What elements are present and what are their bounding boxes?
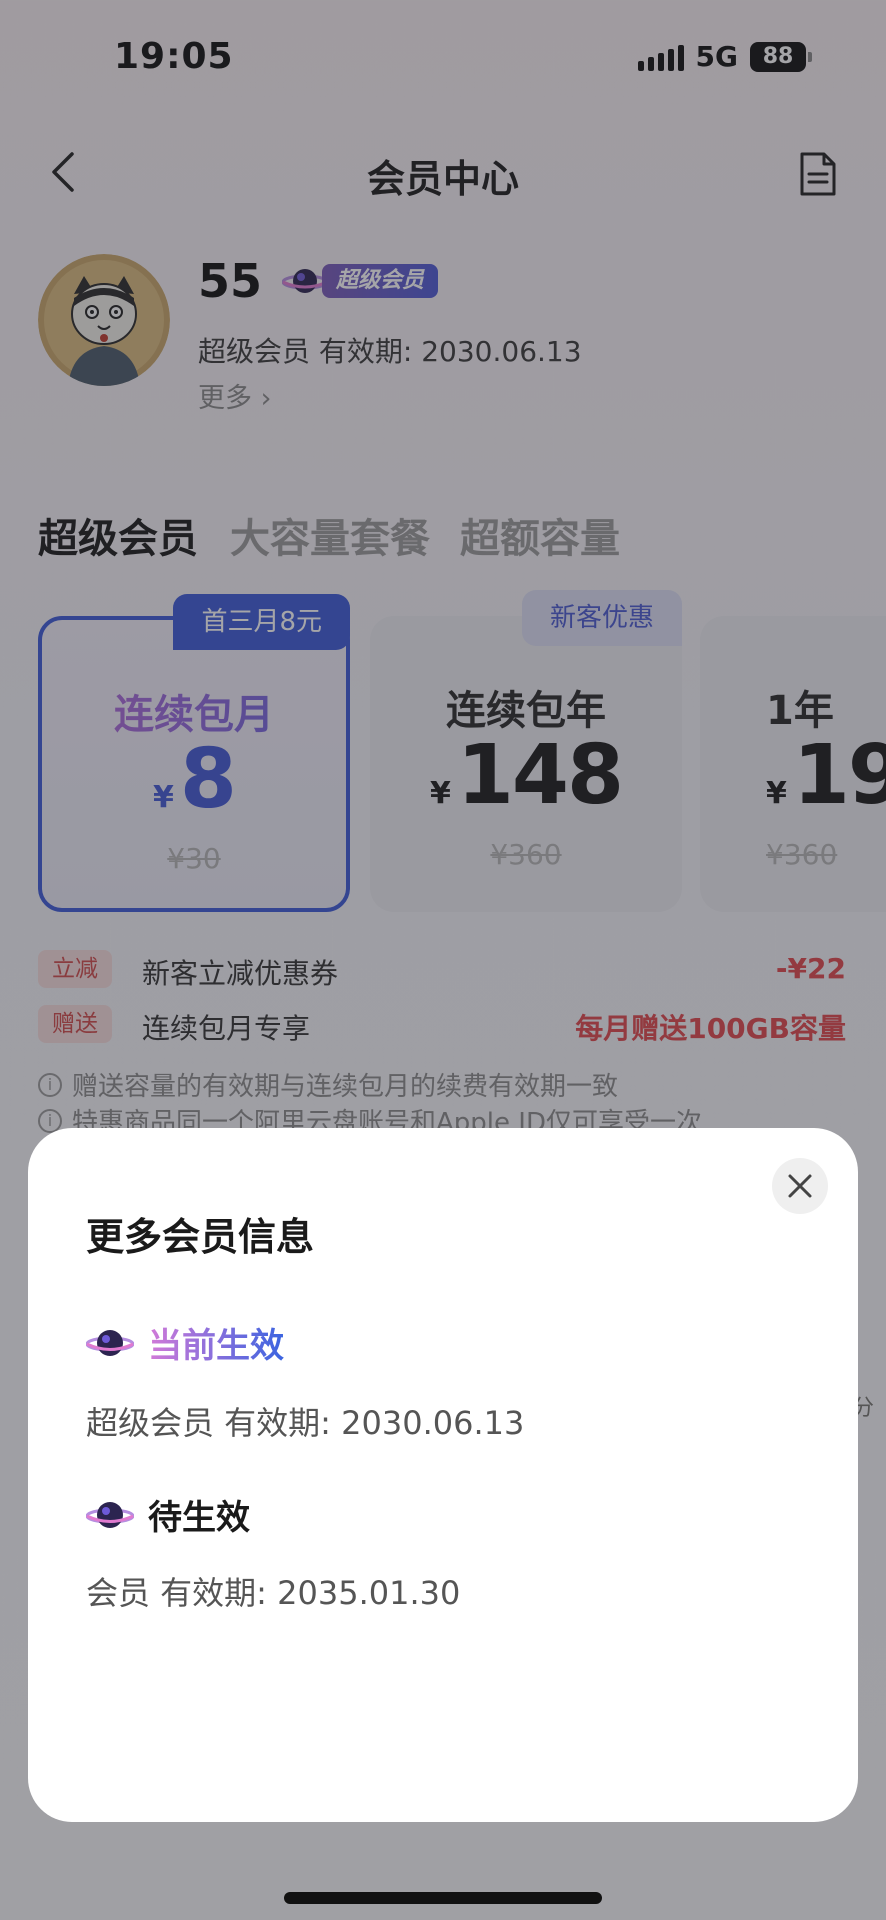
- pending-section-header: 待生效: [86, 1490, 250, 1539]
- pending-label: 待生效: [148, 1498, 250, 1538]
- close-icon: [788, 1174, 812, 1198]
- modal-title: 更多会员信息: [86, 1215, 315, 1259]
- planet-icon: [86, 1501, 134, 1528]
- planet-icon: [86, 1329, 134, 1356]
- current-label: 当前生效: [148, 1318, 284, 1367]
- close-button[interactable]: [772, 1158, 828, 1214]
- current-section-header: 当前生效: [86, 1318, 284, 1367]
- current-membership-line: 超级会员 有效期: 2030.06.13: [86, 1404, 525, 1442]
- pending-membership-line: 会员 有效期: 2035.01.30: [86, 1574, 461, 1612]
- home-indicator[interactable]: [284, 1892, 602, 1904]
- member-info-modal: 更多会员信息 当前生效 超级会员 有效期: 2030.06.13 待生效 会员 …: [28, 1128, 858, 1822]
